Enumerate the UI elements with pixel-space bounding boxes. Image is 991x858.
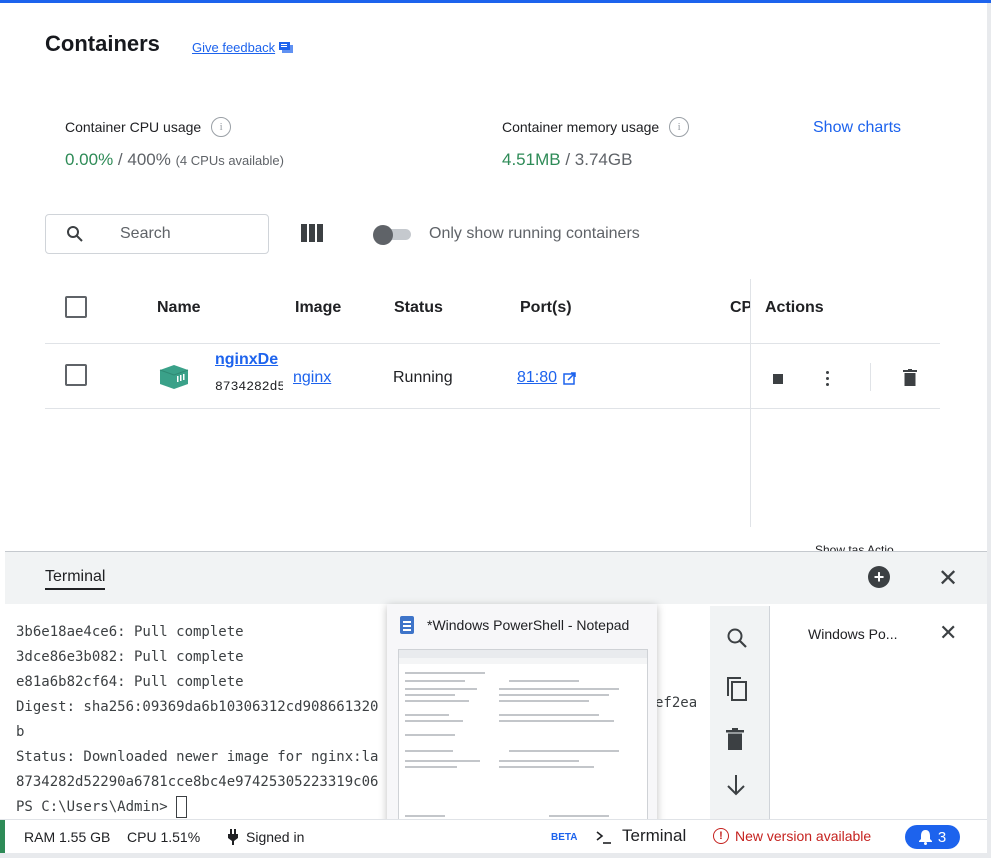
info-icon[interactable]: i: [669, 117, 690, 137]
cpu-available-note: (4 CPUs available): [175, 153, 284, 168]
terminal-prompt: PS C:\Users\Admin>: [16, 799, 177, 815]
window-edge: [0, 853, 991, 858]
container-port-label: 81:80: [517, 369, 558, 386]
cpu-total: 400%: [127, 150, 171, 169]
add-terminal-icon[interactable]: +: [868, 566, 890, 588]
feedback-icon: [279, 41, 294, 53]
window-preview-image: [398, 649, 648, 824]
cpu-usage-value: 0.00% / 400% (4 CPUs available): [65, 150, 284, 170]
arrow-down-icon[interactable]: [726, 774, 746, 796]
notifications-count: 3: [937, 828, 947, 846]
containers-view: Containers Give feedback Container CPU u…: [0, 3, 987, 551]
page-title: Containers: [45, 31, 160, 56]
show-charts-link[interactable]: Show charts: [813, 119, 901, 137]
notepad-icon: [400, 616, 414, 634]
memory-separator: /: [560, 150, 575, 169]
row-checkbox[interactable]: [65, 364, 87, 386]
cpu-used: 0.00%: [65, 150, 114, 169]
terminal-button[interactable]: Terminal: [622, 826, 686, 846]
terminal-icon: [596, 831, 611, 844]
search-input[interactable]: [120, 225, 260, 243]
new-version-button[interactable]: ! New version available: [713, 828, 871, 844]
ram-usage: RAM 1.55 GB: [24, 829, 111, 845]
container-status: Running: [393, 369, 453, 386]
terminal-tools: [710, 606, 770, 820]
memory-usage-label: Container memory usage i: [502, 117, 690, 137]
columns-icon[interactable]: [301, 224, 323, 242]
notifications-button[interactable]: 3: [905, 825, 960, 849]
container-id: 8734282d52290a: [215, 379, 283, 394]
cpu-usage: CPU 1.51%: [127, 829, 201, 845]
row-divider: [45, 343, 940, 344]
signed-in-status[interactable]: Signed in: [246, 829, 304, 845]
plug-icon: [228, 829, 238, 845]
container-icon: [159, 365, 189, 389]
engine-status-indicator: [0, 820, 5, 854]
select-all-checkbox[interactable]: [65, 296, 87, 318]
column-header-actions: Actions: [765, 299, 824, 316]
terminal-header: Terminal + ✕: [5, 552, 987, 604]
running-only-toggle[interactable]: [373, 225, 411, 245]
cpu-usage-label-text: Container CPU usage: [65, 119, 202, 135]
column-header-name[interactable]: Name: [157, 299, 201, 317]
container-name-link[interactable]: nginxDe: [215, 351, 283, 369]
cpu-usage-label: Container CPU usage i: [65, 117, 232, 137]
search-box[interactable]: [45, 214, 269, 254]
trash-icon[interactable]: [726, 728, 744, 750]
give-feedback-link[interactable]: Give feedback: [192, 40, 294, 55]
info-icon[interactable]: i: [211, 117, 232, 137]
memory-usage-value: 4.51MB / 3.74GB: [502, 150, 632, 170]
terminal-session-item[interactable]: Windows Po...: [808, 626, 897, 642]
hidden-columns-hint: Show tas Actio: [815, 543, 894, 551]
terminal-cursor: [176, 796, 188, 818]
actions-column-divider: [750, 279, 751, 527]
give-feedback-label: Give feedback: [192, 40, 276, 55]
memory-usage-label-text: Container memory usage: [502, 119, 660, 135]
terminal-line-tail: ef2ea: [655, 695, 698, 711]
row-divider: [45, 408, 940, 409]
window-edge: [987, 3, 991, 858]
column-header-ports[interactable]: Port(s): [520, 299, 572, 317]
external-link-icon: [563, 371, 576, 385]
container-port-link[interactable]: 81:80: [517, 369, 576, 387]
close-icon[interactable]: ✕: [939, 620, 957, 646]
tab-terminal[interactable]: Terminal: [45, 568, 106, 590]
search-icon[interactable]: [726, 627, 748, 649]
container-image-link[interactable]: nginx: [293, 369, 331, 387]
stop-icon[interactable]: [773, 374, 783, 384]
beta-badge: BETA: [551, 832, 578, 840]
taskbar-preview-title: *Windows PowerShell - Notepad: [427, 617, 630, 633]
bell-icon: [918, 829, 932, 845]
new-version-label: New version available: [735, 828, 872, 844]
status-bar: RAM 1.55 GB CPU 1.51% Signed in BETA Ter…: [0, 819, 987, 854]
column-header-status[interactable]: Status: [394, 299, 443, 317]
memory-total: 3.74GB: [574, 150, 633, 169]
cpu-separator: /: [113, 150, 128, 169]
more-options-icon[interactable]: [826, 371, 829, 386]
warning-icon: !: [713, 828, 729, 844]
column-header-image[interactable]: Image: [295, 299, 341, 317]
action-separator: [870, 363, 871, 391]
copy-icon[interactable]: [726, 676, 748, 702]
taskbar-preview-notepad[interactable]: *Windows PowerShell - Notepad: [387, 604, 657, 836]
running-only-label: Only show running containers: [429, 225, 640, 242]
memory-used: 4.51MB: [502, 150, 561, 169]
trash-icon[interactable]: [903, 369, 917, 386]
terminal-session-list: Windows Po... ✕: [773, 604, 987, 820]
close-icon[interactable]: ✕: [938, 564, 958, 593]
search-icon: [67, 226, 83, 242]
column-header-cpu[interactable]: CP: [730, 299, 750, 317]
